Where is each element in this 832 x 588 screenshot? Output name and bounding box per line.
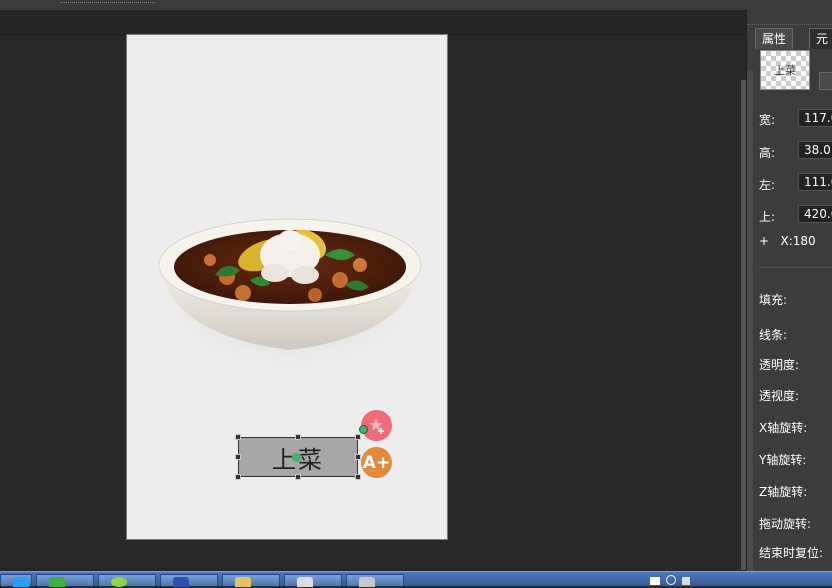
tab-properties[interactable]: 属性 xyxy=(755,28,794,49)
text-plus-icon: A+ xyxy=(362,452,391,473)
resize-handle-top[interactable] xyxy=(295,434,301,440)
panel-grip[interactable] xyxy=(747,10,832,25)
tray-icon xyxy=(666,575,676,585)
app-icon xyxy=(111,577,127,587)
y-rotation-label: Y轴旋转: xyxy=(759,453,807,467)
app-icon xyxy=(13,577,29,587)
star-plus-icon xyxy=(368,417,384,434)
fill-label: 填充: xyxy=(759,293,788,307)
center-point-handle[interactable] xyxy=(292,453,301,462)
coordinate-x-label: X: xyxy=(780,234,793,248)
menu-separator xyxy=(60,2,155,3)
resize-handle-left[interactable] xyxy=(235,454,241,460)
coordinate-readout: + X:180 Y xyxy=(759,234,832,248)
tab-elements[interactable]: 元 xyxy=(809,28,832,49)
properties-panel: 属性 元 上菜 宽: 117.0 高: 38.0 左: 111.0 上: 420… xyxy=(746,10,832,571)
resize-handle-bottom-left[interactable] xyxy=(235,474,241,480)
taskbar-button-3[interactable] xyxy=(98,574,156,587)
coordinate-plus: + xyxy=(759,234,770,248)
left-label: 左: xyxy=(759,178,776,192)
taskbar-button-4[interactable] xyxy=(160,574,218,587)
z-rotation-label: Z轴旋转: xyxy=(759,485,808,499)
resize-handle-top-left[interactable] xyxy=(235,434,241,440)
app-icon xyxy=(173,577,189,587)
system-tray xyxy=(650,575,690,588)
thumbnail-text: 上菜 xyxy=(774,64,796,77)
panel-divider xyxy=(759,267,832,268)
rotation-handle[interactable] xyxy=(359,425,368,434)
width-label: 宽: xyxy=(759,113,776,127)
app-icon xyxy=(49,577,65,587)
height-label: 高: xyxy=(759,146,776,160)
tray-icon xyxy=(650,577,660,585)
x-rotation-label: X轴旋转: xyxy=(759,421,808,435)
resize-handle-right[interactable] xyxy=(355,454,361,460)
stroke-label: 线条: xyxy=(759,328,788,342)
panel-scrollbar[interactable] xyxy=(747,70,753,571)
perspective-label: 透视度: xyxy=(759,389,800,403)
reset-on-end-label: 结束时复位: xyxy=(759,546,824,560)
bowl-image-graphic xyxy=(150,218,430,377)
top-input[interactable]: 420.0 xyxy=(798,205,832,223)
bowl-image[interactable] xyxy=(150,185,430,385)
resize-handle-bottom[interactable] xyxy=(295,474,301,480)
add-text-button[interactable]: A+ xyxy=(361,447,392,478)
element-thumbnail: 上菜 xyxy=(760,50,810,90)
top-menu-bar xyxy=(0,0,832,10)
window-icon xyxy=(359,577,375,587)
folder-icon xyxy=(235,577,251,587)
taskbar-button-7[interactable] xyxy=(346,574,404,587)
taskbar xyxy=(0,571,832,588)
top-label: 上: xyxy=(759,210,776,224)
app-icon xyxy=(297,577,313,587)
drag-rotate-label: 拖动旋转: xyxy=(759,517,812,531)
taskbar-button-2[interactable] xyxy=(36,574,94,587)
left-input[interactable]: 111.0 xyxy=(798,173,832,191)
opacity-label: 透明度: xyxy=(759,358,800,372)
height-input[interactable]: 38.0 xyxy=(798,141,832,159)
taskbar-button-5[interactable] xyxy=(222,574,280,587)
toolbar xyxy=(0,10,746,35)
taskbar-button-1[interactable] xyxy=(0,574,32,587)
tray-icon xyxy=(682,577,690,585)
coordinate-x-value: 180 xyxy=(792,234,816,248)
resize-handle-bottom-right[interactable] xyxy=(355,474,361,480)
thumbnail-side-button[interactable] xyxy=(819,72,832,90)
resize-handle-top-right[interactable] xyxy=(355,434,361,440)
width-input[interactable]: 117.0 xyxy=(798,109,832,127)
taskbar-button-6[interactable] xyxy=(284,574,342,587)
